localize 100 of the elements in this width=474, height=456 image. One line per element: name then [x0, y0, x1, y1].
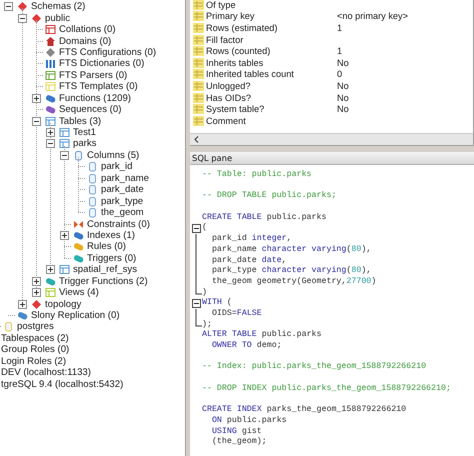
tree-item[interactable]: DEV (localhost:1133) [1, 367, 91, 378]
columns-tree-item[interactable]: Columns (5) [87, 150, 140, 161]
property-name: Has OIDs? [206, 92, 252, 103]
code-line: -- Table: public.parks [202, 170, 312, 181]
property-value: <no primary key> [337, 11, 408, 22]
property-icon [193, 58, 204, 68]
domain-tree-item[interactable]: Domains (0) [59, 36, 112, 47]
code-line: OIDS=FALSE [210, 308, 262, 320]
fold-toggle-icon[interactable] [192, 224, 201, 234]
replication-tree-item[interactable]: Slony Replication (0) [31, 310, 120, 322]
table-tree-item[interactable]: Test1 [73, 127, 96, 138]
expand-toggle[interactable] [32, 276, 41, 286]
property-icon [193, 22, 204, 33]
property-icon [193, 46, 204, 56]
fts-dict-tree-item[interactable]: FTS Dictionaries (0) [59, 58, 144, 70]
code-line: (the_geom); [210, 437, 267, 448]
code-line: CREATE TABLE public.parks [202, 212, 326, 223]
code-line: park_date date, [210, 256, 287, 266]
property-value: No [337, 104, 349, 114]
function-tree-item[interactable]: Functions (1209) [59, 92, 131, 104]
property-value: 1 [337, 46, 342, 56]
property-value: 0 [337, 69, 342, 80]
trigger-tree-item[interactable]: Triggers (0) [87, 252, 136, 264]
property-icon [193, 80, 204, 91]
property-name: Of type [206, 0, 237, 10]
expand-toggle[interactable] [18, 300, 27, 309]
view-tree-item[interactable]: Views (4) [59, 287, 99, 298]
code-line: CREATE INDEX parks_the_geom_1588792266210 [202, 405, 406, 416]
schema-tree-item[interactable]: public [45, 12, 70, 24]
property-name: Inherits tables [206, 58, 264, 68]
scroll-left-icon[interactable] [194, 136, 199, 143]
expand-toggle[interactable] [46, 265, 55, 274]
table-tree-item[interactable]: spatial_ref_sys [73, 264, 137, 276]
collapse-toggle[interactable] [32, 116, 41, 126]
code-line: park_name character varying(80), [210, 244, 372, 256]
fold-toggle-icon[interactable] [192, 299, 201, 308]
property-name: Unlogged? [206, 80, 252, 91]
table-icon [59, 264, 70, 276]
code-line: ); [202, 320, 212, 330]
tree-item[interactable]: Tablespaces (2) [1, 332, 69, 344]
code-line: ALTER TABLE public.parks [202, 330, 322, 341]
code-line: ( [202, 223, 207, 234]
code-line: park_id integer, [210, 234, 292, 245]
property-value: No [337, 92, 349, 103]
code-line: USING gist [210, 426, 262, 437]
property-name: Inherited tables count [206, 69, 295, 80]
code-line: ) [202, 288, 207, 298]
property-value: No [337, 80, 349, 91]
table-icon [59, 127, 70, 138]
code-line: OWNER TO demo; [210, 341, 282, 352]
property-name: Primary key [206, 11, 256, 22]
collation-tree-item[interactable]: Collations (0) [59, 24, 116, 36]
column-tree-item[interactable]: the_geom [101, 207, 144, 218]
code-line: park_type character varying(80), [210, 266, 372, 277]
code-line: -- DROP INDEX public.parks_the_geom_1588792266210; [202, 384, 451, 394]
fts-template-tree-item[interactable]: FTS Templates (0) [59, 81, 138, 92]
column-tree-item[interactable]: park_date [101, 184, 144, 196]
column-tree-item[interactable]: park_name [101, 172, 149, 184]
index-tree-item[interactable]: Indexes (1) [87, 230, 135, 241]
database-tree-item[interactable]: postgres [17, 321, 54, 332]
fts-config-tree-item[interactable]: FTS Configurations (0) [59, 46, 156, 58]
horizontal-scrollbar[interactable] [190, 133, 474, 145]
collapse-toggle[interactable] [4, 2, 13, 12]
property-icon [193, 11, 204, 22]
constraint-tree-item[interactable]: Constraints (0) [87, 218, 150, 230]
collapse-toggle[interactable] [60, 150, 69, 160]
property-name: Comment [206, 116, 247, 126]
collapse-toggle[interactable] [18, 14, 27, 23]
fts-parser-tree-item[interactable]: FTS Parsers (0) [59, 70, 128, 81]
property-name: Rows (counted) [206, 46, 272, 56]
property-icon [193, 92, 204, 103]
expand-toggle[interactable] [32, 94, 41, 103]
sequence-tree-item[interactable]: Sequences (0) [59, 104, 122, 116]
property-name: Rows (estimated) [206, 22, 278, 33]
column-tree-item[interactable]: park_id [101, 161, 132, 172]
tables-tree-item[interactable]: Tables (3) [59, 116, 102, 127]
expand-toggle[interactable] [32, 288, 41, 298]
schema-tree-item[interactable]: topology [45, 298, 82, 310]
property-icon [193, 104, 204, 114]
trigger-function-tree-item[interactable]: Trigger Functions (2) [59, 276, 148, 287]
rule-tree-item[interactable]: Rules (0) [87, 241, 126, 252]
column-tree-item[interactable]: park_type [101, 196, 144, 207]
property-icon [193, 116, 204, 126]
property-name: System table? [206, 104, 266, 114]
pane-title: SQL pane [190, 152, 474, 165]
code-line: the_geom geometry(Geometry,27700) [210, 276, 376, 288]
property-icon [193, 34, 204, 45]
tree-item[interactable]: Login Roles (2) [1, 356, 66, 367]
property-icon [193, 0, 204, 10]
expand-toggle[interactable] [60, 230, 69, 240]
tree-item[interactable]: Group Roles (0) [1, 344, 70, 356]
property-value: 1 [337, 22, 342, 33]
schema-tree-item[interactable]: Schemas (2) [31, 1, 86, 12]
collapse-toggle[interactable] [46, 139, 55, 148]
code-line: ON public.parks [210, 416, 287, 427]
table-tree-item[interactable]: parks [73, 138, 96, 150]
expand-toggle[interactable] [46, 128, 55, 138]
tree-item[interactable]: tgreSQL 9.4 (localhost:5432) [1, 378, 124, 390]
tables-icon [45, 116, 56, 127]
property-icon [193, 69, 204, 80]
